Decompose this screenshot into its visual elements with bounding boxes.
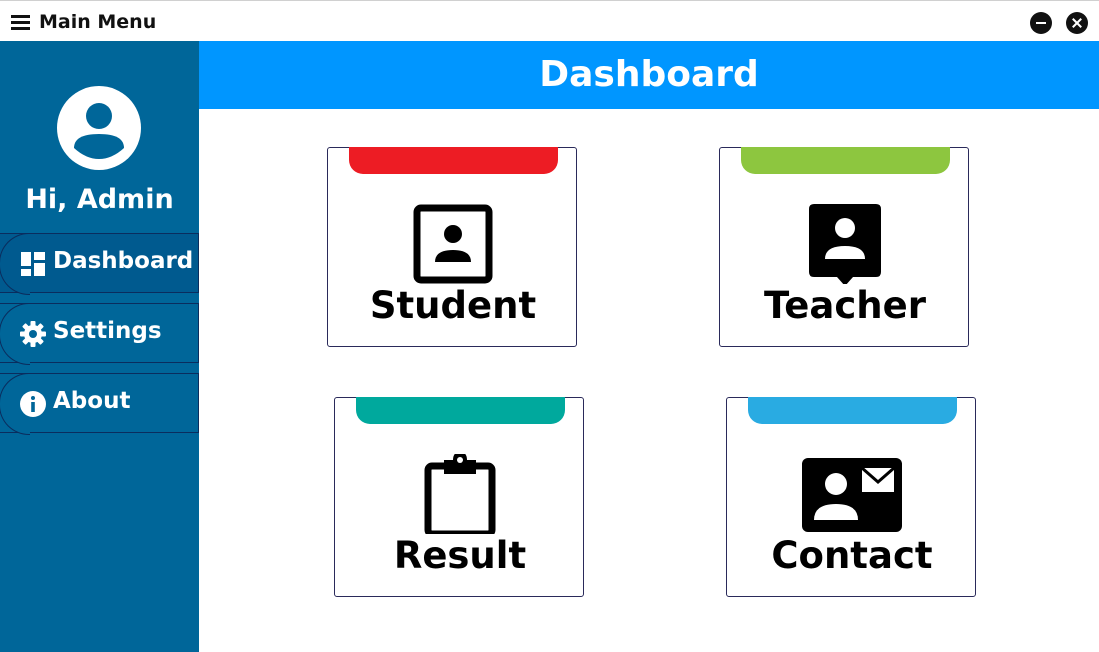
- sidebar-item-dashboard[interactable]: Dashboard: [0, 233, 199, 295]
- page-title: Dashboard: [539, 54, 759, 95]
- student-card[interactable]: Student: [327, 147, 577, 347]
- greeting-text: Hi, Admin: [25, 184, 174, 215]
- student-portrait-icon: [413, 204, 493, 284]
- card-label: Student: [369, 284, 537, 327]
- dashboard-panel: Student Teacher Result Contact: [199, 109, 1099, 652]
- page-header: Dashboard: [199, 41, 1099, 109]
- clipboard-icon: [424, 454, 496, 534]
- card-accent-tab: [356, 397, 565, 424]
- contact-card-icon: [802, 458, 902, 532]
- sidebar-item-label: Dashboard: [53, 248, 194, 274]
- sidebar-item-label: Settings: [53, 318, 162, 344]
- sidebar-item-label: About: [53, 388, 131, 414]
- minimize-icon[interactable]: [1030, 12, 1052, 34]
- sidebar: Hi, Admin Dashboard Settings About: [0, 41, 199, 652]
- contact-card[interactable]: Contact: [726, 397, 976, 597]
- title-bar: Main Menu: [0, 0, 1099, 41]
- dashboard-icon: [21, 252, 45, 276]
- close-icon[interactable]: [1066, 12, 1088, 34]
- sidebar-item-settings[interactable]: Settings: [0, 303, 199, 365]
- card-accent-tab: [741, 147, 950, 174]
- result-card[interactable]: Result: [334, 397, 584, 597]
- card-label: Result: [393, 534, 527, 577]
- teacher-card[interactable]: Teacher: [719, 147, 969, 347]
- window-title: Main Menu: [39, 11, 157, 33]
- gear-icon: [20, 321, 46, 347]
- sidebar-item-about[interactable]: About: [0, 373, 199, 435]
- hamburger-icon[interactable]: [10, 13, 32, 31]
- user-avatar-icon: [57, 86, 141, 170]
- teacher-badge-icon: [809, 204, 881, 284]
- card-accent-tab: [748, 397, 957, 424]
- card-label: Contact: [771, 534, 933, 577]
- info-icon: [20, 391, 46, 417]
- card-label: Teacher: [763, 284, 926, 327]
- card-accent-tab: [349, 147, 558, 174]
